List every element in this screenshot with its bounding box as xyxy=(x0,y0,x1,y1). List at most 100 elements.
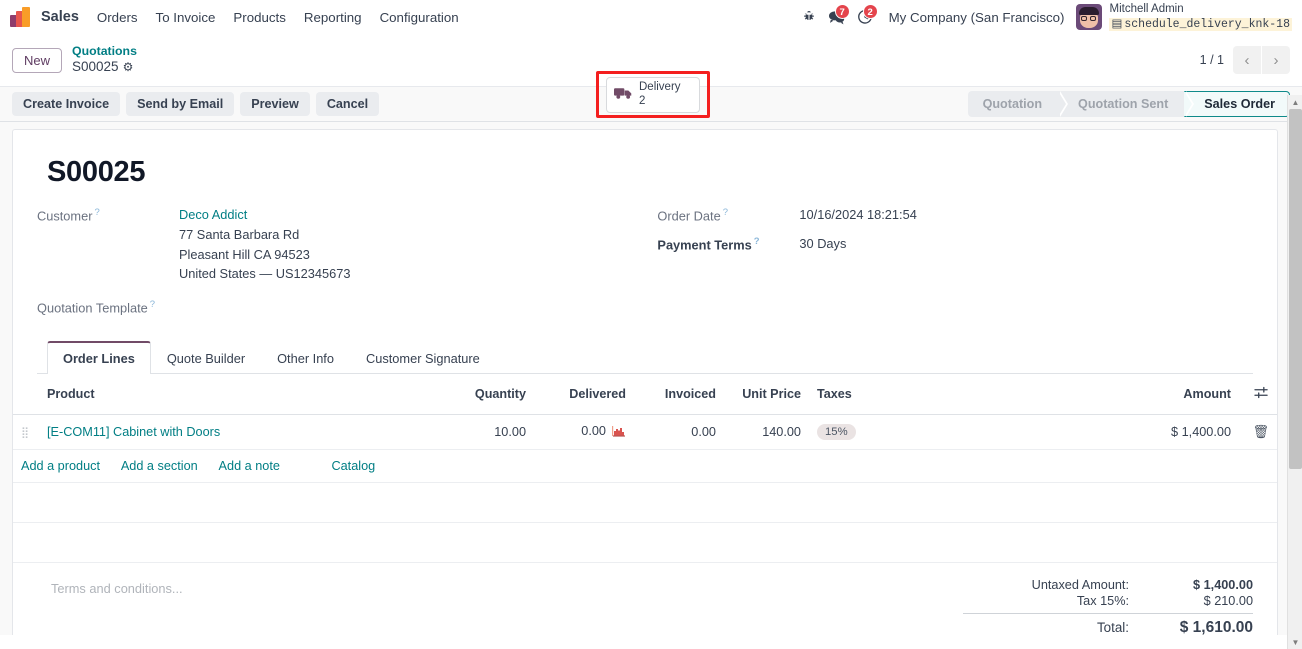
messages-badge-count: 7 xyxy=(834,4,850,19)
help-icon[interactable]: ? xyxy=(754,236,760,247)
status-stage-quotation[interactable]: Quotation xyxy=(967,91,1069,117)
payment-terms-value[interactable]: 30 Days xyxy=(799,234,846,254)
preview-button[interactable]: Preview xyxy=(240,92,310,116)
send-by-email-button[interactable]: Send by Email xyxy=(126,92,235,116)
nav-menu-to-invoice[interactable]: To Invoice xyxy=(156,10,216,25)
field-payment-terms: Payment Terms? 30 Days xyxy=(657,234,1253,254)
forecast-chart-icon[interactable] xyxy=(612,426,626,440)
nav-app-name[interactable]: Sales xyxy=(41,9,79,25)
col-unit-price: Unit Price xyxy=(724,374,809,416)
vertical-scrollbar[interactable]: ▲ ▼ xyxy=(1287,95,1302,649)
cell-unit-price[interactable]: 140.00 xyxy=(724,414,809,451)
gear-icon[interactable]: ⚙ xyxy=(123,60,134,75)
customer-street: 77 Santa Barbara Rd xyxy=(179,226,300,242)
total-label: Total: xyxy=(1096,620,1129,635)
cell-delete[interactable]: 🗑 xyxy=(1239,414,1277,451)
customer-link[interactable]: Deco Addict xyxy=(179,207,247,222)
create-invoice-button[interactable]: Create Invoice xyxy=(12,92,121,116)
nav-menu-reporting[interactable]: Reporting xyxy=(304,10,362,25)
cell-invoiced[interactable]: 0.00 xyxy=(634,414,724,451)
top-navbar: Sales Orders To Invoice Products Reporti… xyxy=(0,0,1302,35)
trash-icon: 🗑 xyxy=(1252,424,1269,440)
form-sheet: S00025 Customer? Deco Addict 77 Santa Ba… xyxy=(12,129,1278,635)
pager-next-button[interactable]: › xyxy=(1262,46,1290,74)
add-a-note-link[interactable]: Add a note xyxy=(219,459,280,473)
table-filler-row xyxy=(13,482,1277,524)
help-icon[interactable]: ? xyxy=(150,299,155,310)
delivery-smart-button-value: 2 xyxy=(639,94,646,107)
avatar[interactable] xyxy=(1076,4,1103,30)
status-stages: Quotation Quotation Sent Sales Order xyxy=(967,91,1290,117)
tax-value: $ 210.00 xyxy=(1203,594,1253,609)
customer-value: Deco Addict 77 Santa Barbara Rd Pleasant… xyxy=(179,205,350,284)
tab-other-info[interactable]: Other Info xyxy=(261,341,350,374)
cell-taxes[interactable]: 15% xyxy=(809,414,1024,451)
pager-count: 1 / 1 xyxy=(1199,53,1224,67)
cell-quantity[interactable]: 10.00 xyxy=(439,414,534,451)
total-value: $ 1,610.00 xyxy=(1179,619,1253,635)
odoo-sales-order-page: Sales Orders To Invoice Products Reporti… xyxy=(0,0,1302,649)
cell-delivered[interactable]: 0.00 xyxy=(534,414,634,451)
notebook-tabs: Order Lines Quote Builder Other Info Cus… xyxy=(37,341,1253,375)
quotation-template-label: Quotation Template? xyxy=(37,299,156,316)
add-a-section-link[interactable]: Add a section xyxy=(121,459,198,473)
col-optional-columns xyxy=(1239,374,1277,416)
control-panel: New Quotations S00025 ⚙ Delivery 2 1 / 1… xyxy=(0,35,1302,118)
truck-icon xyxy=(614,86,633,103)
user-menu[interactable]: Mitchell Admin ▤ schedule_delivery_knk-18 xyxy=(1109,3,1292,32)
catalog-link[interactable]: Catalog xyxy=(331,459,375,473)
drag-handle-icon[interactable]: ⣿ xyxy=(13,414,39,451)
order-date-label: Order Date? xyxy=(657,207,729,224)
add-links-cell: Add a product Add a section Add a note C… xyxy=(13,449,1277,484)
company-name[interactable]: My Company (San Francisco) xyxy=(889,10,1065,25)
cancel-button[interactable]: Cancel xyxy=(315,92,380,116)
col-amount: Amount xyxy=(1024,374,1239,416)
add-a-product-link[interactable]: Add a product xyxy=(21,459,100,473)
database-icon: ▤ xyxy=(1111,18,1123,30)
scroll-down-icon[interactable]: ▼ xyxy=(1288,635,1302,649)
sliders-icon[interactable] xyxy=(1254,387,1269,402)
help-icon[interactable]: ? xyxy=(723,207,728,218)
status-stage-quotation-sent[interactable]: Quotation Sent xyxy=(1058,91,1195,117)
form-sheet-background: S00025 Customer? Deco Addict 77 Santa Ba… xyxy=(0,122,1302,635)
breadcrumb-quotations-link[interactable]: Quotations xyxy=(72,44,137,59)
tax-label: Tax 15%: xyxy=(1076,594,1129,609)
tab-quote-builder[interactable]: Quote Builder xyxy=(151,341,261,374)
nav-menu-orders[interactable]: Orders xyxy=(97,10,138,25)
bug-icon[interactable] xyxy=(795,4,823,30)
field-order-date: Order Date? 10/16/2024 18:21:54 xyxy=(657,205,1253,225)
form-column-right: Order Date? 10/16/2024 18:21:54 Payment … xyxy=(657,205,1253,319)
pager-previous-button[interactable]: ‹ xyxy=(1233,46,1261,74)
col-product: Product xyxy=(39,374,439,416)
customer-label: Customer? xyxy=(37,207,100,224)
terms-and-conditions-input[interactable]: Terms and conditions... xyxy=(37,577,963,635)
form-sheet-inner: S00025 Customer? Deco Addict 77 Santa Ba… xyxy=(13,130,1277,375)
messages-icon[interactable]: 7 xyxy=(823,4,851,30)
help-icon[interactable]: ? xyxy=(94,207,99,218)
tab-customer-signature[interactable]: Customer Signature xyxy=(350,341,496,374)
order-lines-table: Product Quantity Delivered Invoiced Unit… xyxy=(13,374,1277,564)
table-row[interactable]: ⣿ [E-COM11] Cabinet with Doors 10.00 0.0… xyxy=(13,414,1277,451)
sheet-footer: Terms and conditions... Untaxed Amount: … xyxy=(13,563,1277,635)
form-column-left: Customer? Deco Addict 77 Santa Barbara R… xyxy=(37,205,657,319)
delivery-smart-button-label: Delivery xyxy=(639,81,681,94)
status-stage-sales-order[interactable]: Sales Order xyxy=(1184,91,1290,117)
new-button[interactable]: New xyxy=(12,47,63,73)
field-customer: Customer? Deco Addict 77 Santa Barbara R… xyxy=(37,205,657,284)
order-date-value[interactable]: 10/16/2024 18:21:54 xyxy=(799,205,916,225)
untaxed-amount-value: $ 1,400.00 xyxy=(1193,578,1253,593)
scrollbar-thumb[interactable] xyxy=(1289,109,1302,469)
odoo-sales-logo-icon[interactable] xyxy=(10,7,32,27)
untaxed-amount-label: Untaxed Amount: xyxy=(1031,578,1129,593)
cell-product[interactable]: [E-COM11] Cabinet with Doors xyxy=(39,414,439,451)
untaxed-amount-row: Untaxed Amount: $ 1,400.00 xyxy=(963,577,1253,593)
delivery-smart-button[interactable]: Delivery 2 xyxy=(606,76,700,113)
tab-order-lines[interactable]: Order Lines xyxy=(47,341,151,375)
scroll-up-icon[interactable]: ▲ xyxy=(1288,95,1302,109)
table-filler-row xyxy=(13,522,1277,564)
nav-menu-products[interactable]: Products xyxy=(233,10,285,25)
col-taxes: Taxes xyxy=(809,374,1024,416)
nav-menu-configuration[interactable]: Configuration xyxy=(380,10,459,25)
clock-icon[interactable]: 2 xyxy=(851,4,879,30)
field-quotation-template: Quotation Template? xyxy=(37,297,657,316)
